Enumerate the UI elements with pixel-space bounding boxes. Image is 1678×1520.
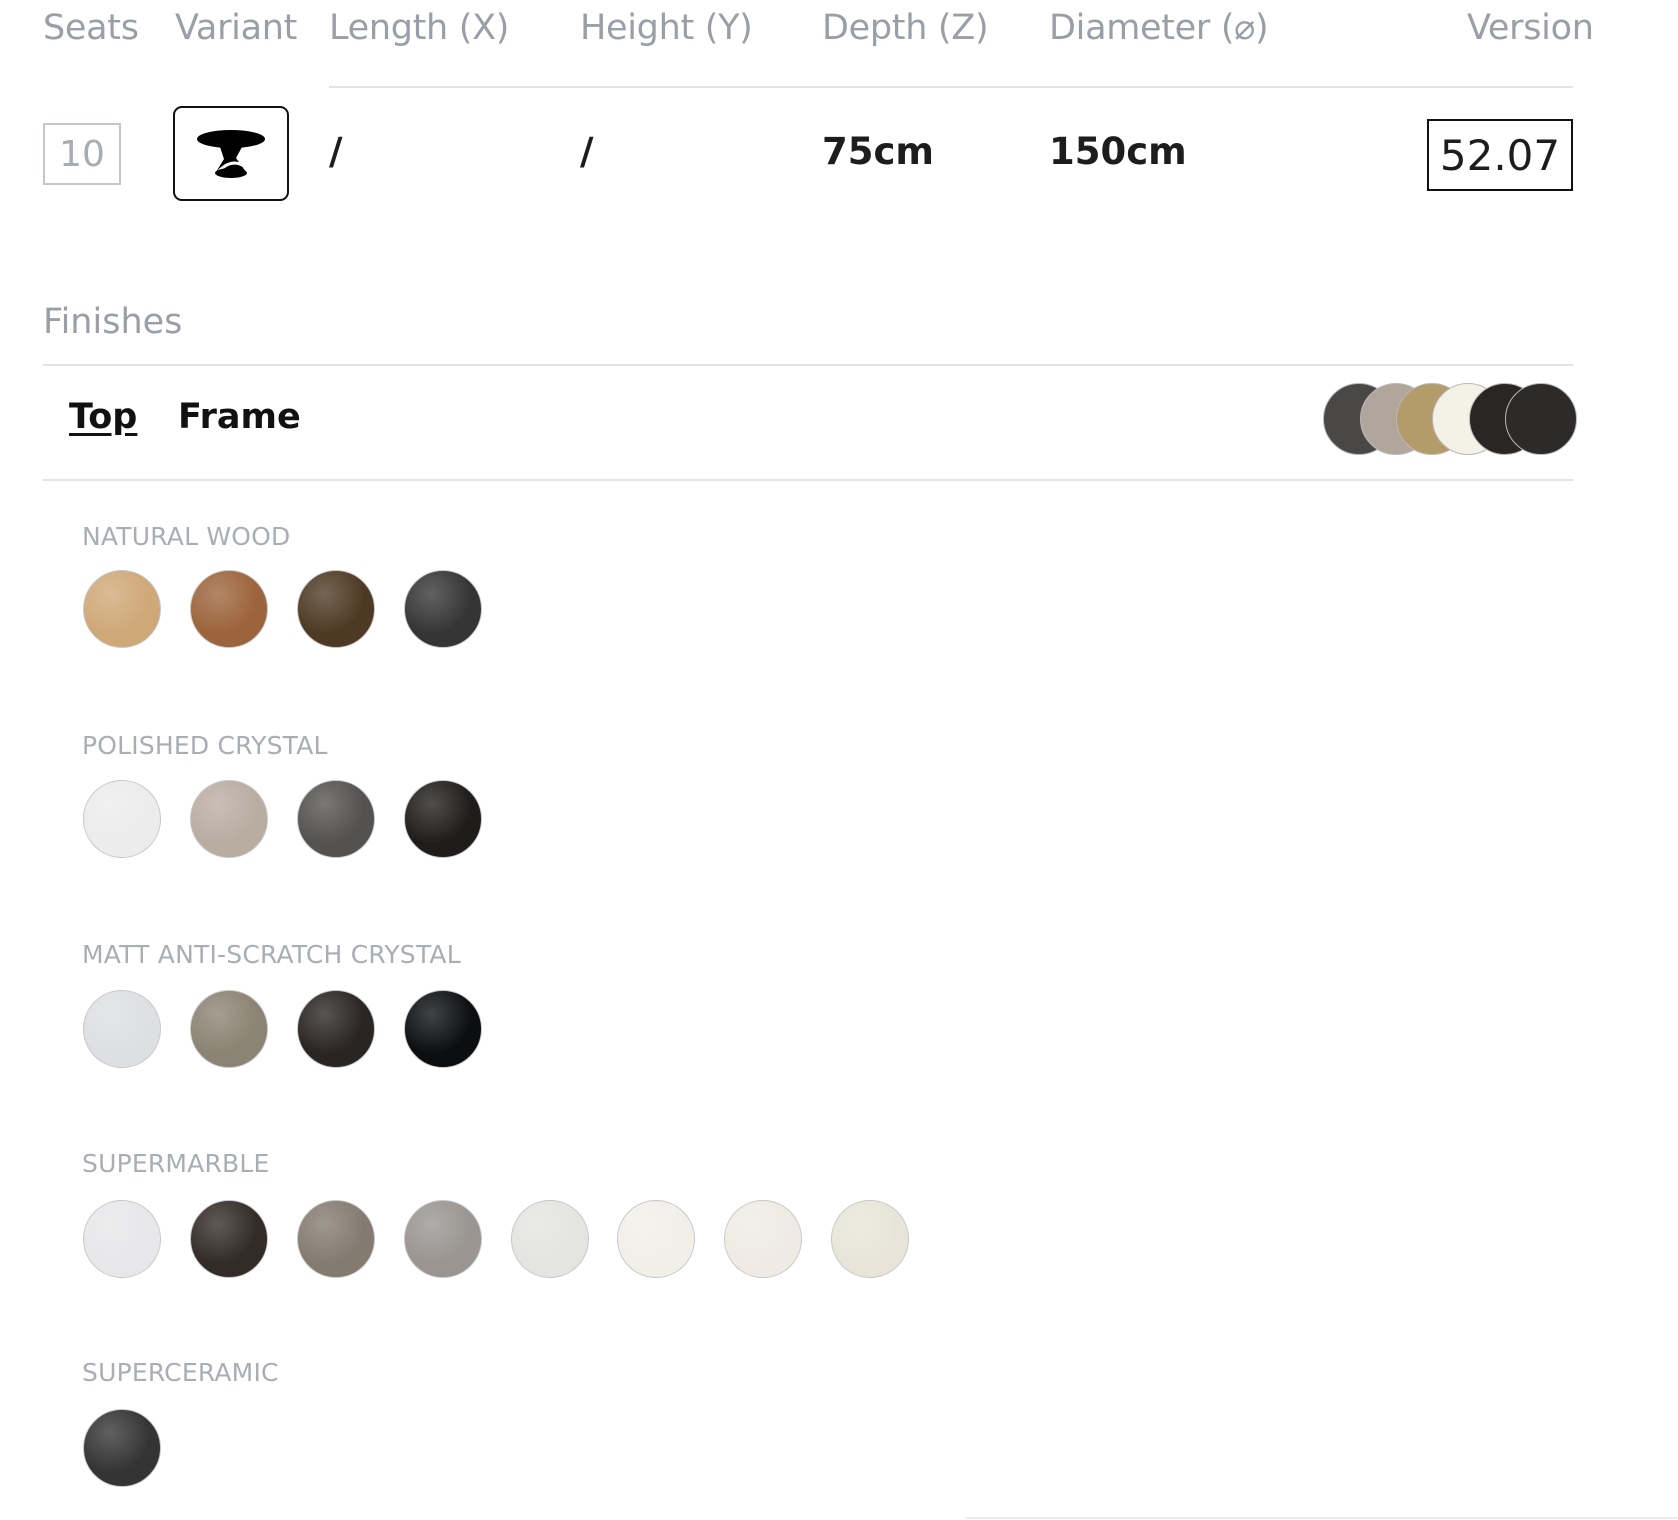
header-seats: Seats [43, 8, 139, 48]
finish-swatch-arabescato[interactable] [724, 1200, 802, 1278]
header-depth: Depth (Z) [822, 8, 989, 48]
finish-swatch-taupe[interactable] [190, 780, 268, 858]
length-value: / [329, 130, 343, 173]
finish-swatch-natural-oak[interactable] [83, 570, 161, 648]
header-diameter: Diameter (⌀) [1049, 8, 1269, 48]
depth-value: 75cm [822, 130, 934, 173]
finish-swatch-white[interactable] [83, 780, 161, 858]
finish-group-label: SUPERCERAMIC [82, 1358, 279, 1387]
finish-swatch-dark-walnut[interactable] [297, 570, 375, 648]
variant-button[interactable] [173, 106, 289, 201]
finishes-title: Finishes [43, 302, 183, 342]
finish-group-label: NATURAL WOOD [82, 522, 291, 551]
tab-top[interactable]: Top [69, 397, 137, 437]
header-version: Version [1467, 8, 1594, 48]
finish-swatch-dark-brown[interactable] [297, 990, 375, 1068]
finish-swatch-calacatta-white[interactable] [83, 1200, 161, 1278]
finish-group-label: MATT ANTI-SCRATCH CRYSTAL [82, 940, 461, 969]
header-length: Length (X) [329, 8, 510, 48]
finish-group-label: SUPERMARBLE [82, 1149, 270, 1178]
finish-swatch-grey-onyx[interactable] [297, 1200, 375, 1278]
finish-group-label: POLISHED CRYSTAL [82, 731, 328, 760]
finish-swatch-black-oak[interactable] [404, 570, 482, 648]
header-variant: Variant [175, 8, 298, 48]
round-table-icon [197, 129, 265, 178]
header-divider [329, 86, 1573, 88]
header-height: Height (Y) [580, 8, 753, 48]
finish-swatch-calacatta-gold[interactable] [617, 1200, 695, 1278]
selected-finish-swatch[interactable] [1505, 383, 1577, 455]
finish-swatch-white[interactable] [83, 990, 161, 1068]
finishes-divider-top [43, 364, 1573, 366]
finish-swatch-breccia[interactable] [404, 1200, 482, 1278]
finish-swatch-statuario[interactable] [511, 1200, 589, 1278]
footer-divider [966, 1517, 1678, 1519]
finish-swatch-cream[interactable] [831, 1200, 909, 1278]
version-select[interactable]: 52.07 [1427, 119, 1573, 191]
finish-swatch-sahara-noir[interactable] [190, 1200, 268, 1278]
finish-swatch-black-stone[interactable] [83, 1409, 161, 1487]
finishes-divider-bottom [43, 479, 1573, 481]
finish-swatch-walnut-canaletto[interactable] [190, 570, 268, 648]
finish-swatch-grey[interactable] [297, 780, 375, 858]
height-value: / [580, 130, 594, 173]
seats-value: 10 [43, 123, 121, 185]
finish-swatch-dove[interactable] [190, 990, 268, 1068]
diameter-value: 150cm [1049, 130, 1187, 173]
finish-swatch-black[interactable] [404, 990, 482, 1068]
finish-swatch-black[interactable] [404, 780, 482, 858]
tab-frame[interactable]: Frame [178, 397, 301, 437]
